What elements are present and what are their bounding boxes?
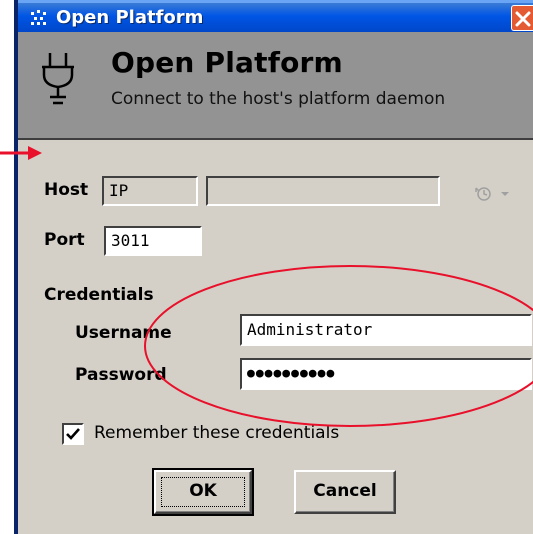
- header-title: Open Platform: [111, 46, 343, 79]
- cancel-button-label: Cancel: [313, 481, 377, 501]
- host-label: Host: [44, 180, 89, 200]
- annotation-ellipse: [144, 265, 533, 427]
- port-field[interactable]: 3011: [104, 226, 202, 256]
- remember-checkbox[interactable]: [62, 423, 84, 445]
- port-label: Port: [44, 230, 85, 250]
- annotation-arrow: [0, 146, 42, 160]
- focus-ring: [161, 477, 245, 507]
- host-address-field[interactable]: [206, 176, 440, 206]
- title-bar[interactable]: Open Platform: [18, 0, 533, 32]
- ok-button[interactable]: OK: [152, 468, 254, 516]
- history-clock-icon[interactable]: [471, 184, 511, 202]
- window-title: Open Platform: [56, 7, 204, 28]
- plug-icon: [42, 53, 74, 105]
- checkmark-icon: [66, 428, 80, 440]
- header-subtitle: Connect to the host's platform daemon: [111, 89, 446, 109]
- host-type-field[interactable]: IP: [102, 176, 198, 206]
- close-icon: [515, 11, 531, 27]
- credentials-heading: Credentials: [44, 285, 154, 305]
- close-button[interactable]: [511, 5, 533, 31]
- dialog-header: Open Platform Connect to the host's plat…: [18, 32, 533, 140]
- cancel-button[interactable]: Cancel: [294, 470, 396, 514]
- platform-grid-icon: [31, 10, 46, 25]
